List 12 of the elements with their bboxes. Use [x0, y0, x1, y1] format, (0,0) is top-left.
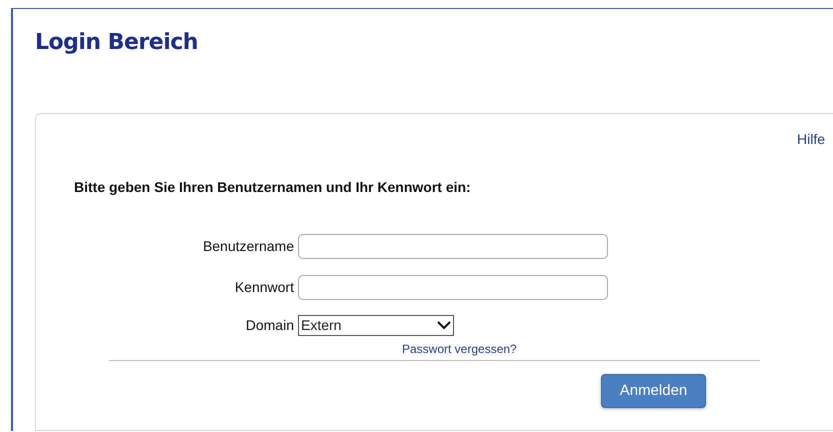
username-field[interactable] — [298, 234, 608, 259]
caret-icon — [437, 321, 451, 330]
field-label: Benutzername — [202, 237, 295, 256]
help-link[interactable]: Hilfe — [796, 129, 825, 150]
password-field[interactable] — [298, 275, 608, 300]
domain-dropdown[interactable]: Extern — [298, 315, 454, 336]
field-label: Domain — [244, 316, 295, 335]
forgot-password-link[interactable]: Passwort vergessen? — [402, 342, 517, 356]
field-label: Kennwort — [234, 278, 295, 297]
page-title: Login Bereich — [35, 29, 199, 57]
instruction-text: Bitte geben Sie Ihren Benutzernamen und Ihr Kennwort ein: — [74, 178, 472, 197]
login-button[interactable]: Anmelden — [601, 374, 706, 408]
